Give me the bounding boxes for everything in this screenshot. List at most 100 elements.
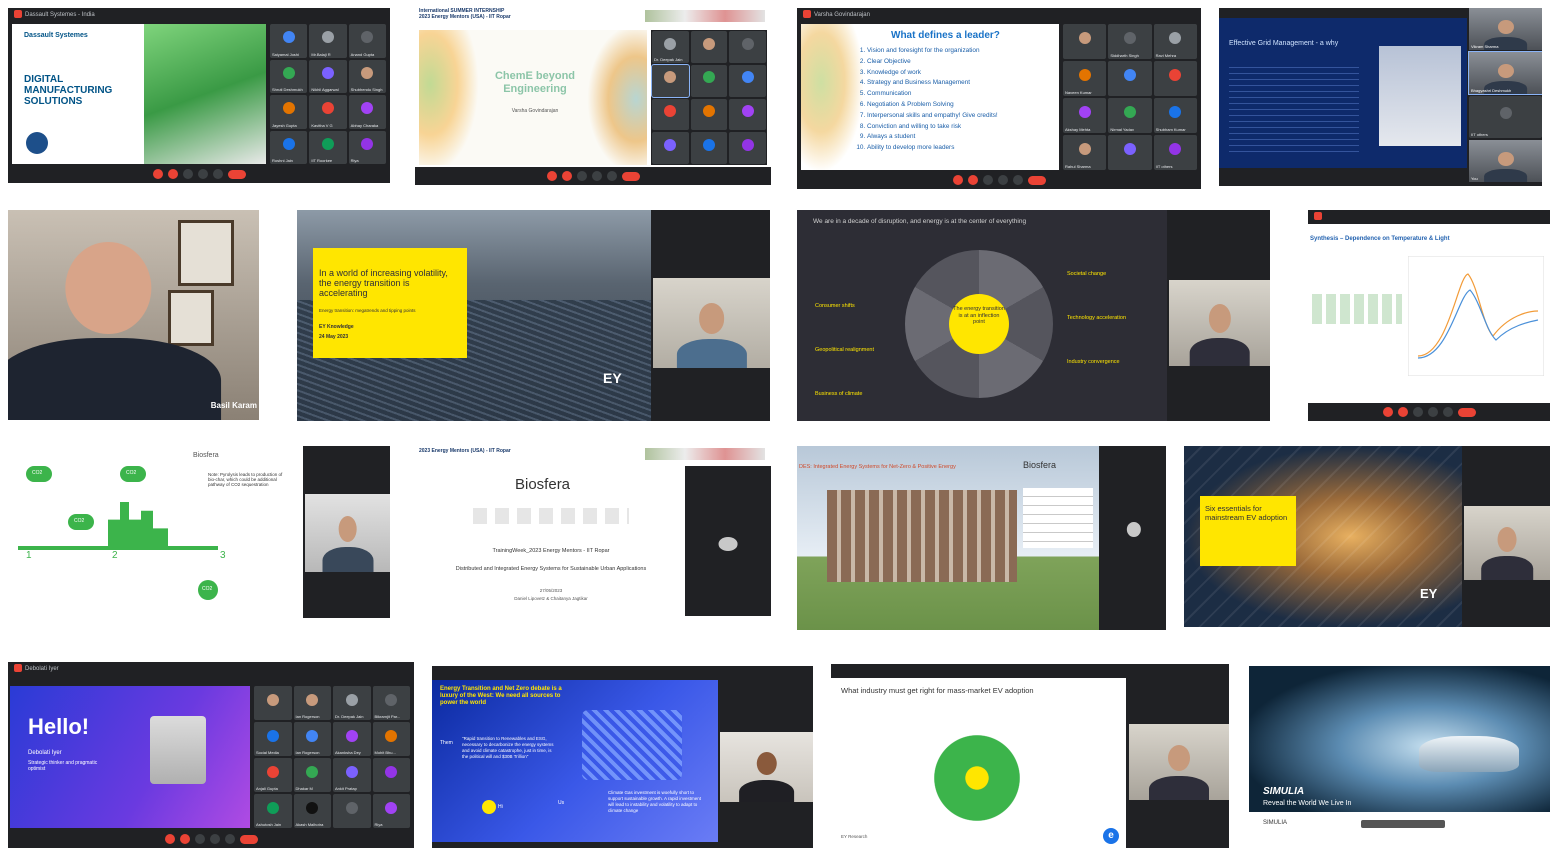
participant-tile[interactable]: Rahul Sharma <box>1063 135 1107 170</box>
end-call-button[interactable] <box>621 171 640 181</box>
mic-off-icon[interactable] <box>546 171 557 181</box>
end-call-button[interactable] <box>1027 175 1046 185</box>
participant-tile[interactable] <box>690 98 728 131</box>
presenter-video[interactable] <box>1169 280 1270 366</box>
participant-tile[interactable]: Jayesh Gupta <box>270 95 308 129</box>
participant-tile[interactable]: Akanksha Dey <box>333 722 371 756</box>
participant-tile[interactable]: Ravi Mehra <box>1153 24 1197 59</box>
video-tile-1[interactable]: Dassault Systemes - India Dassault Syste… <box>8 8 390 183</box>
mic-off-icon[interactable] <box>952 175 963 185</box>
participant-tile[interactable]: IIT others <box>1469 96 1542 138</box>
participant-tile[interactable]: Bikramjit Par... <box>372 686 410 720</box>
end-call-button[interactable] <box>227 169 246 179</box>
participant-tile[interactable]: Ian Rogerson <box>293 686 331 720</box>
presenter-video[interactable] <box>685 526 771 566</box>
participant-tile[interactable]: Social Media <box>254 722 292 756</box>
participant-tile[interactable] <box>729 31 766 63</box>
present-icon[interactable] <box>209 834 220 844</box>
participant-tile[interactable] <box>1108 135 1152 170</box>
video-tile-4[interactable]: Effective Grid Management - a why Vikram… <box>1219 8 1542 186</box>
more-icon[interactable] <box>1442 407 1453 417</box>
participant-tile[interactable]: Shubham Kumar <box>1153 98 1197 133</box>
more-icon[interactable] <box>212 169 223 179</box>
participant-video[interactable]: You <box>1469 140 1542 182</box>
participant-tile[interactable] <box>651 63 690 98</box>
participant-tile[interactable]: Nikhil Aggarwal <box>309 59 347 93</box>
participant-tile[interactable]: Nirmal Yadav <box>1108 98 1152 133</box>
participant-tile[interactable]: Kavitha V G <box>309 95 347 129</box>
participant-tile[interactable] <box>690 64 728 97</box>
mic-off-icon[interactable] <box>1382 407 1393 417</box>
participant-tile[interactable] <box>729 98 766 131</box>
participant-video[interactable]: Bhagyashri Deshmukh <box>1468 51 1542 95</box>
participant-tile[interactable] <box>1108 61 1152 96</box>
present-icon[interactable] <box>1427 407 1438 417</box>
captions-icon[interactable] <box>982 175 993 185</box>
participant-tile[interactable] <box>729 132 766 164</box>
camera-off-icon[interactable] <box>561 171 572 181</box>
video-tile-9[interactable]: Biosfera CO2 CO2 CO2 CO2 1 2 3 Note: Pyr… <box>8 446 390 618</box>
participant-tile[interactable] <box>729 64 766 97</box>
participant-tile[interactable]: IIT others <box>1153 135 1197 170</box>
participant-tile[interactable]: Ian Rogerson <box>293 722 331 756</box>
participant-tile[interactable]: Riya <box>372 794 410 828</box>
presenter-video[interactable] <box>653 278 770 368</box>
video-tile-14[interactable]: Energy Transition and Net Zero debate is… <box>432 666 813 848</box>
presenter-video[interactable] <box>1101 510 1166 554</box>
end-call-button[interactable] <box>1457 407 1476 417</box>
more-icon[interactable] <box>1012 175 1023 185</box>
participant-tile[interactable] <box>652 98 689 131</box>
participant-tile[interactable]: Ankit Pratap <box>333 758 371 792</box>
video-tile-15[interactable]: What industry must get right for mass-ma… <box>831 664 1229 848</box>
video-tile-11[interactable]: DES: Integrated Energy Systems for Net-Z… <box>797 446 1166 630</box>
participant-tile[interactable]: Mohit Bhu... <box>372 722 410 756</box>
participant-tile[interactable] <box>254 686 292 720</box>
video-tile-13[interactable]: Debolati Iyer Hello! Debolati Iyer Strat… <box>8 662 414 848</box>
captions-icon[interactable] <box>1412 407 1423 417</box>
participant-tile[interactable]: Dhakar M <box>293 758 331 792</box>
participant-tile[interactable]: Riya <box>348 130 386 164</box>
participant-tile[interactable]: Siddharth Singh <box>1108 24 1152 59</box>
participant-tile[interactable]: Anjali Gupta <box>254 758 292 792</box>
participant-tile[interactable]: Ashutosh Jain <box>254 794 292 828</box>
participant-tile[interactable] <box>690 132 728 164</box>
end-call-button[interactable] <box>239 834 258 844</box>
captions-icon[interactable] <box>182 169 193 179</box>
video-tile-16[interactable]: SIMULIA Reveal the World We Live In SIMU… <box>1249 666 1550 848</box>
presenter-video[interactable] <box>305 494 390 572</box>
participant-tile[interactable] <box>1063 24 1107 59</box>
participant-tile[interactable]: Naveen Kumar <box>1063 61 1107 96</box>
participant-tile[interactable] <box>690 31 728 63</box>
participant-tile[interactable]: Abhay Charaka <box>348 95 386 129</box>
present-icon[interactable] <box>997 175 1008 185</box>
video-tile-12[interactable]: Six essentials for mainstream EV adoptio… <box>1184 446 1550 627</box>
present-icon[interactable] <box>591 171 602 181</box>
participant-video[interactable]: Vikram Sharma <box>1469 8 1542 50</box>
camera-off-icon[interactable] <box>1397 407 1408 417</box>
video-tile-7[interactable]: We are in a decade of disruption, and en… <box>797 210 1270 421</box>
search-input[interactable] <box>1361 820 1445 828</box>
participant-tile[interactable]: Akash Malhotra <box>293 794 331 828</box>
participant-tile[interactable]: Roshni Jain <box>270 130 308 164</box>
present-icon[interactable] <box>197 169 208 179</box>
more-icon[interactable] <box>224 834 235 844</box>
captions-icon[interactable] <box>576 171 587 181</box>
video-tile-3[interactable]: Varsha Govindarajan What defines a leade… <box>797 8 1201 189</box>
camera-off-icon[interactable] <box>179 834 190 844</box>
mic-off-icon[interactable] <box>152 169 163 179</box>
participant-tile[interactable]: Akshay Mehta <box>1063 98 1107 133</box>
presenter-video[interactable] <box>1129 724 1229 800</box>
video-tile-8[interactable]: Synthesis – Dependence on Temperature & … <box>1308 210 1550 421</box>
participant-tile[interactable] <box>372 758 410 792</box>
more-icon[interactable] <box>606 171 617 181</box>
participant-tile[interactable]: Mr.Balaji R <box>309 24 347 58</box>
participant-tile[interactable] <box>333 794 371 828</box>
participant-tile[interactable]: Dr. Deepak Jain <box>333 686 371 720</box>
presenter-video[interactable] <box>1464 506 1550 580</box>
participant-tile[interactable]: Saiyamal Joshi <box>270 24 308 58</box>
presenter-video[interactable] <box>720 732 813 802</box>
participant-tile[interactable]: Dr. Deepak Jain <box>652 31 689 63</box>
video-tile-5[interactable]: Basil Karam <box>8 210 259 420</box>
participant-tile[interactable]: IIT Roorkee <box>309 130 347 164</box>
camera-off-icon[interactable] <box>967 175 978 185</box>
